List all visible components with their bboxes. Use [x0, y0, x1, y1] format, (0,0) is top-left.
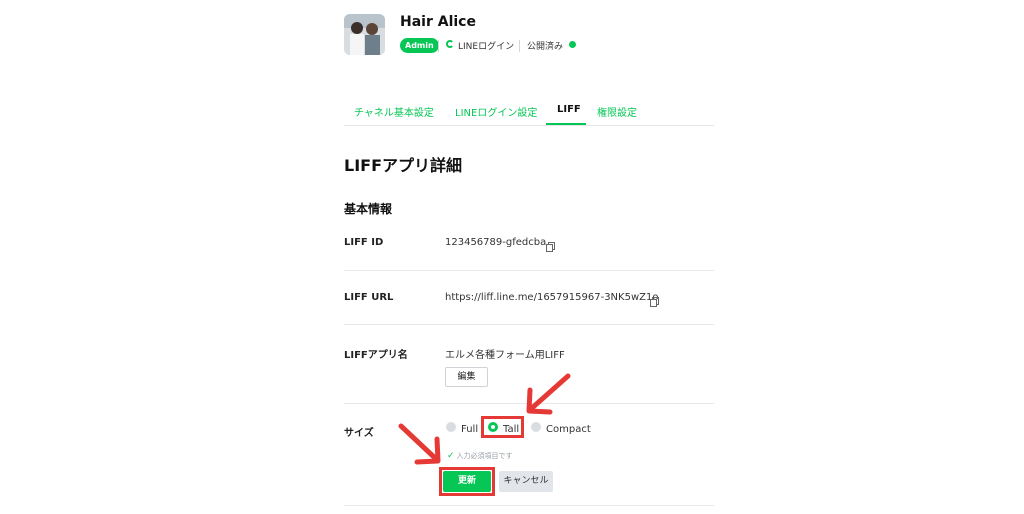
app-name-label: LIFFアプリ名 — [344, 350, 408, 361]
header-divider — [438, 40, 439, 52]
radio-full-label[interactable]: Full — [461, 424, 478, 435]
row-divider — [344, 324, 714, 325]
app-name-value: エルメ各種フォーム用LIFF — [445, 350, 565, 361]
liff-url-label: LIFF URL — [344, 292, 394, 303]
arrow-annotation-icon — [397, 422, 445, 468]
arrow-annotation-icon — [520, 372, 572, 418]
line-login-label: LINEログイン — [458, 42, 515, 52]
update-highlight-box — [439, 467, 495, 496]
radio-compact[interactable] — [531, 422, 541, 432]
row-divider — [344, 270, 714, 271]
tab-bar: チャネル基本設定 LINEログイン設定 LIFF 権限設定 — [344, 100, 714, 126]
copy-icon[interactable] — [650, 292, 659, 307]
channel-name: Hair Alice — [400, 14, 476, 30]
line-login-icon — [446, 40, 454, 48]
radio-compact-label[interactable]: Compact — [546, 424, 591, 435]
active-tab-indicator — [546, 123, 586, 125]
size-label: サイズ — [344, 428, 374, 439]
required-hint: ✓ 入力必須項目です — [447, 451, 513, 461]
radio-full[interactable] — [446, 422, 456, 432]
tall-highlight-box — [481, 416, 524, 438]
tab-channel-basic-settings[interactable]: チャネル基本設定 — [354, 104, 434, 119]
status-label: 公開済み — [527, 42, 564, 52]
liff-id-label: LIFF ID — [344, 237, 384, 248]
page-title: LIFFアプリ詳細 — [344, 156, 463, 175]
liff-id-value: 123456789-gfedcba — [445, 237, 547, 248]
channel-avatar — [344, 14, 385, 55]
required-hint-text: 入力必須項目です — [456, 452, 513, 460]
tab-line-login-settings[interactable]: LINEログイン設定 — [455, 104, 537, 119]
row-divider — [344, 505, 714, 506]
role-badge: Admin — [400, 38, 439, 53]
liff-url-value: https://liff.line.me/1657915967-3NK5wZ1o — [445, 292, 659, 303]
header-divider — [519, 40, 520, 52]
edit-button[interactable]: 編集 — [445, 367, 488, 387]
tab-permission-settings[interactable]: 権限設定 — [597, 104, 637, 119]
check-icon: ✓ — [447, 451, 455, 461]
copy-icon[interactable] — [546, 237, 555, 252]
tab-liff[interactable]: LIFF — [557, 104, 581, 115]
status-dot-icon — [569, 41, 576, 48]
section-title: 基本情報 — [344, 202, 393, 216]
cancel-button[interactable]: キャンセル — [499, 471, 553, 492]
